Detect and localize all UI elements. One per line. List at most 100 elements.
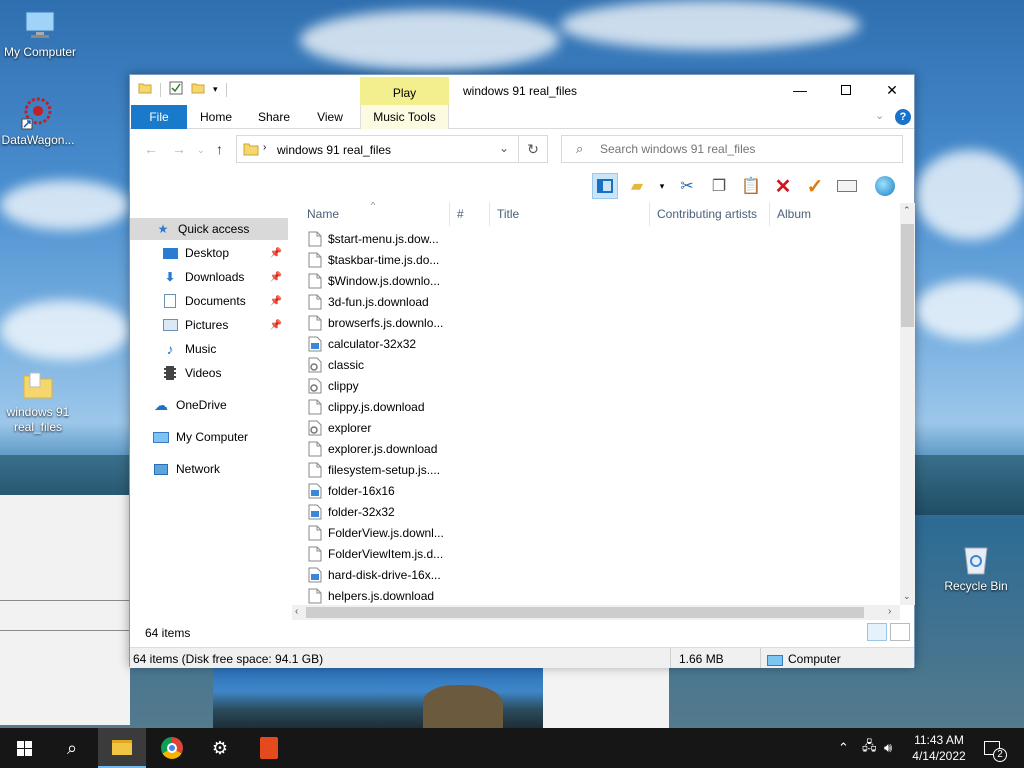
file-row[interactable]: $Window.js.downlo... — [308, 270, 440, 291]
expand-ribbon-icon[interactable]: ⌄ — [875, 109, 884, 122]
network-tray[interactable]: 🖧 — [862, 728, 877, 768]
nav-onedrive[interactable]: ☁ OneDrive — [130, 394, 288, 416]
file-row[interactable]: FolderView.js.downl... — [308, 522, 444, 543]
file-row[interactable]: 3d-fun.js.download — [308, 291, 429, 312]
chrome-taskbar-button[interactable] — [148, 728, 196, 768]
file-name: clippy — [328, 378, 359, 393]
column-header-title[interactable]: Title — [490, 202, 650, 226]
search-button[interactable]: ⌕ — [48, 728, 96, 768]
new-folder-button[interactable]: ▰ — [624, 173, 650, 199]
search-box[interactable]: ⌕ — [561, 135, 903, 163]
up-arrow-icon[interactable]: ↑ — [216, 141, 223, 157]
file-row[interactable]: $taskbar-time.js.do... — [308, 249, 439, 270]
nav-quick-access[interactable]: ★ Quick access — [130, 218, 288, 240]
scroll-down-icon[interactable]: ⌄ — [903, 591, 911, 602]
file-row[interactable]: clippy — [308, 375, 359, 396]
start-button[interactable] — [0, 728, 48, 768]
nav-network[interactable]: Network — [130, 458, 288, 480]
scroll-left-icon[interactable]: ‹ — [295, 606, 298, 617]
file-row[interactable]: hard-disk-drive-16x... — [308, 564, 441, 585]
new-item-dropdown[interactable]: ▾ — [656, 173, 668, 199]
nav-my-computer[interactable]: My Computer — [130, 426, 288, 448]
file-row[interactable]: helpers.js.download — [308, 585, 434, 606]
nav-desktop[interactable]: Desktop 📌 — [130, 242, 288, 264]
tab-file[interactable]: File — [131, 105, 187, 129]
file-row[interactable]: explorer.js.download — [308, 438, 437, 459]
delete-button[interactable]: ✕ — [770, 173, 796, 199]
file-row[interactable]: calculator-32x32 — [308, 333, 416, 354]
address-dropdown-icon[interactable]: ⌄ — [499, 141, 509, 155]
close-button[interactable]: ✕ — [869, 75, 915, 105]
vertical-scrollbar[interactable]: ⌃ ⌄ — [900, 203, 915, 605]
globe-button[interactable] — [872, 173, 898, 199]
image-file-icon — [308, 504, 322, 520]
vertical-scroll-thumb[interactable] — [901, 224, 914, 327]
column-header-album[interactable]: Album — [770, 202, 900, 226]
desktop-icon-my-computer[interactable]: My Computer — [2, 8, 78, 59]
desktop-icon-folder[interactable]: windows 91 real_files — [0, 368, 76, 435]
nav-pictures[interactable]: Pictures 📌 — [130, 314, 288, 336]
horizontal-scroll-thumb[interactable] — [306, 607, 864, 618]
desktop-icon-datawagon[interactable]: DataWagon... — [0, 96, 76, 147]
refresh-button[interactable]: ↻ — [518, 135, 548, 163]
customize-dropdown-icon[interactable]: ▾ — [213, 84, 218, 95]
properties-button[interactable]: ✓ — [802, 173, 828, 199]
help-icon[interactable]: ? — [895, 109, 911, 125]
horizontal-scrollbar[interactable]: ‹ › — [292, 605, 900, 620]
preview-pane-icon — [597, 179, 613, 193]
office-taskbar-button[interactable] — [245, 728, 293, 768]
file-row[interactable]: folder-16x16 — [308, 480, 395, 501]
recent-locations-icon[interactable]: ⌄ — [197, 145, 205, 156]
clock[interactable]: 11:43 AM 4/14/2022 — [905, 732, 973, 764]
new-folder-icon[interactable] — [191, 81, 205, 98]
large-icons-view-button[interactable] — [890, 623, 910, 641]
file-explorer-taskbar-button[interactable] — [98, 728, 146, 768]
show-hidden-icons[interactable]: ⌃ — [838, 728, 849, 768]
document-file-icon — [308, 441, 322, 457]
desktop-icon-recycle-bin[interactable]: Recycle Bin — [938, 542, 1014, 593]
folder-small-icon[interactable] — [138, 81, 152, 98]
preview-pane-button[interactable] — [592, 173, 618, 199]
column-header-number[interactable]: # — [450, 202, 490, 226]
properties-icon[interactable] — [169, 81, 183, 98]
scroll-right-icon[interactable]: › — [888, 606, 891, 617]
cut-button[interactable]: ✂ — [674, 173, 700, 199]
action-center-button[interactable]: 2 — [984, 728, 1007, 768]
tab-home[interactable]: Home — [193, 105, 239, 129]
minimize-button[interactable]: — — [777, 75, 823, 105]
nav-music[interactable]: ♪ Music — [130, 338, 288, 360]
clock-time: 11:43 AM — [914, 733, 964, 747]
tab-share[interactable]: Share — [250, 105, 298, 129]
details-view-button[interactable] — [867, 623, 887, 641]
breadcrumb-chevron-icon[interactable]: › — [263, 142, 266, 153]
maximize-button[interactable] — [823, 75, 869, 105]
scroll-up-icon[interactable]: ⌃ — [903, 205, 911, 216]
file-row[interactable]: folder-32x32 — [308, 501, 395, 522]
file-row[interactable]: classic — [308, 354, 364, 375]
search-input[interactable] — [600, 142, 890, 156]
file-row[interactable]: clippy.js.download — [308, 396, 425, 417]
volume-tray[interactable]: 🔊︎ — [884, 728, 892, 768]
nav-videos[interactable]: Videos — [130, 362, 288, 384]
tab-view[interactable]: View — [308, 105, 352, 129]
folder-icon — [20, 368, 56, 402]
file-row[interactable]: FolderViewItem.js.d... — [308, 543, 443, 564]
tab-music-tools[interactable]: Music Tools — [360, 105, 449, 129]
file-row[interactable]: filesystem-setup.js.... — [308, 459, 440, 480]
file-row[interactable]: browserfs.js.downlo... — [308, 312, 443, 333]
nav-documents[interactable]: Documents 📌 — [130, 290, 288, 312]
rename-button[interactable] — [834, 173, 860, 199]
back-arrow-icon[interactable]: ← — [144, 141, 158, 157]
search-icon: ⌕ — [66, 737, 78, 758]
cloud-icon: ☁ — [154, 396, 168, 413]
star-icon: ★ — [157, 222, 169, 236]
file-row[interactable]: explorer — [308, 417, 371, 438]
paste-button[interactable]: 📋 — [738, 173, 764, 199]
address-bar[interactable]: › windows 91 real_files ⌄ — [236, 135, 548, 163]
forward-arrow-icon[interactable]: → — [172, 141, 186, 157]
nav-downloads[interactable]: ⬇ Downloads 📌 — [130, 266, 288, 288]
copy-button[interactable]: ❐ — [706, 173, 732, 199]
file-row[interactable]: $start-menu.js.dow... — [308, 228, 439, 249]
column-header-contributing-artists[interactable]: Contributing artists — [650, 202, 770, 226]
settings-taskbar-button[interactable]: ⚙ — [196, 728, 244, 768]
